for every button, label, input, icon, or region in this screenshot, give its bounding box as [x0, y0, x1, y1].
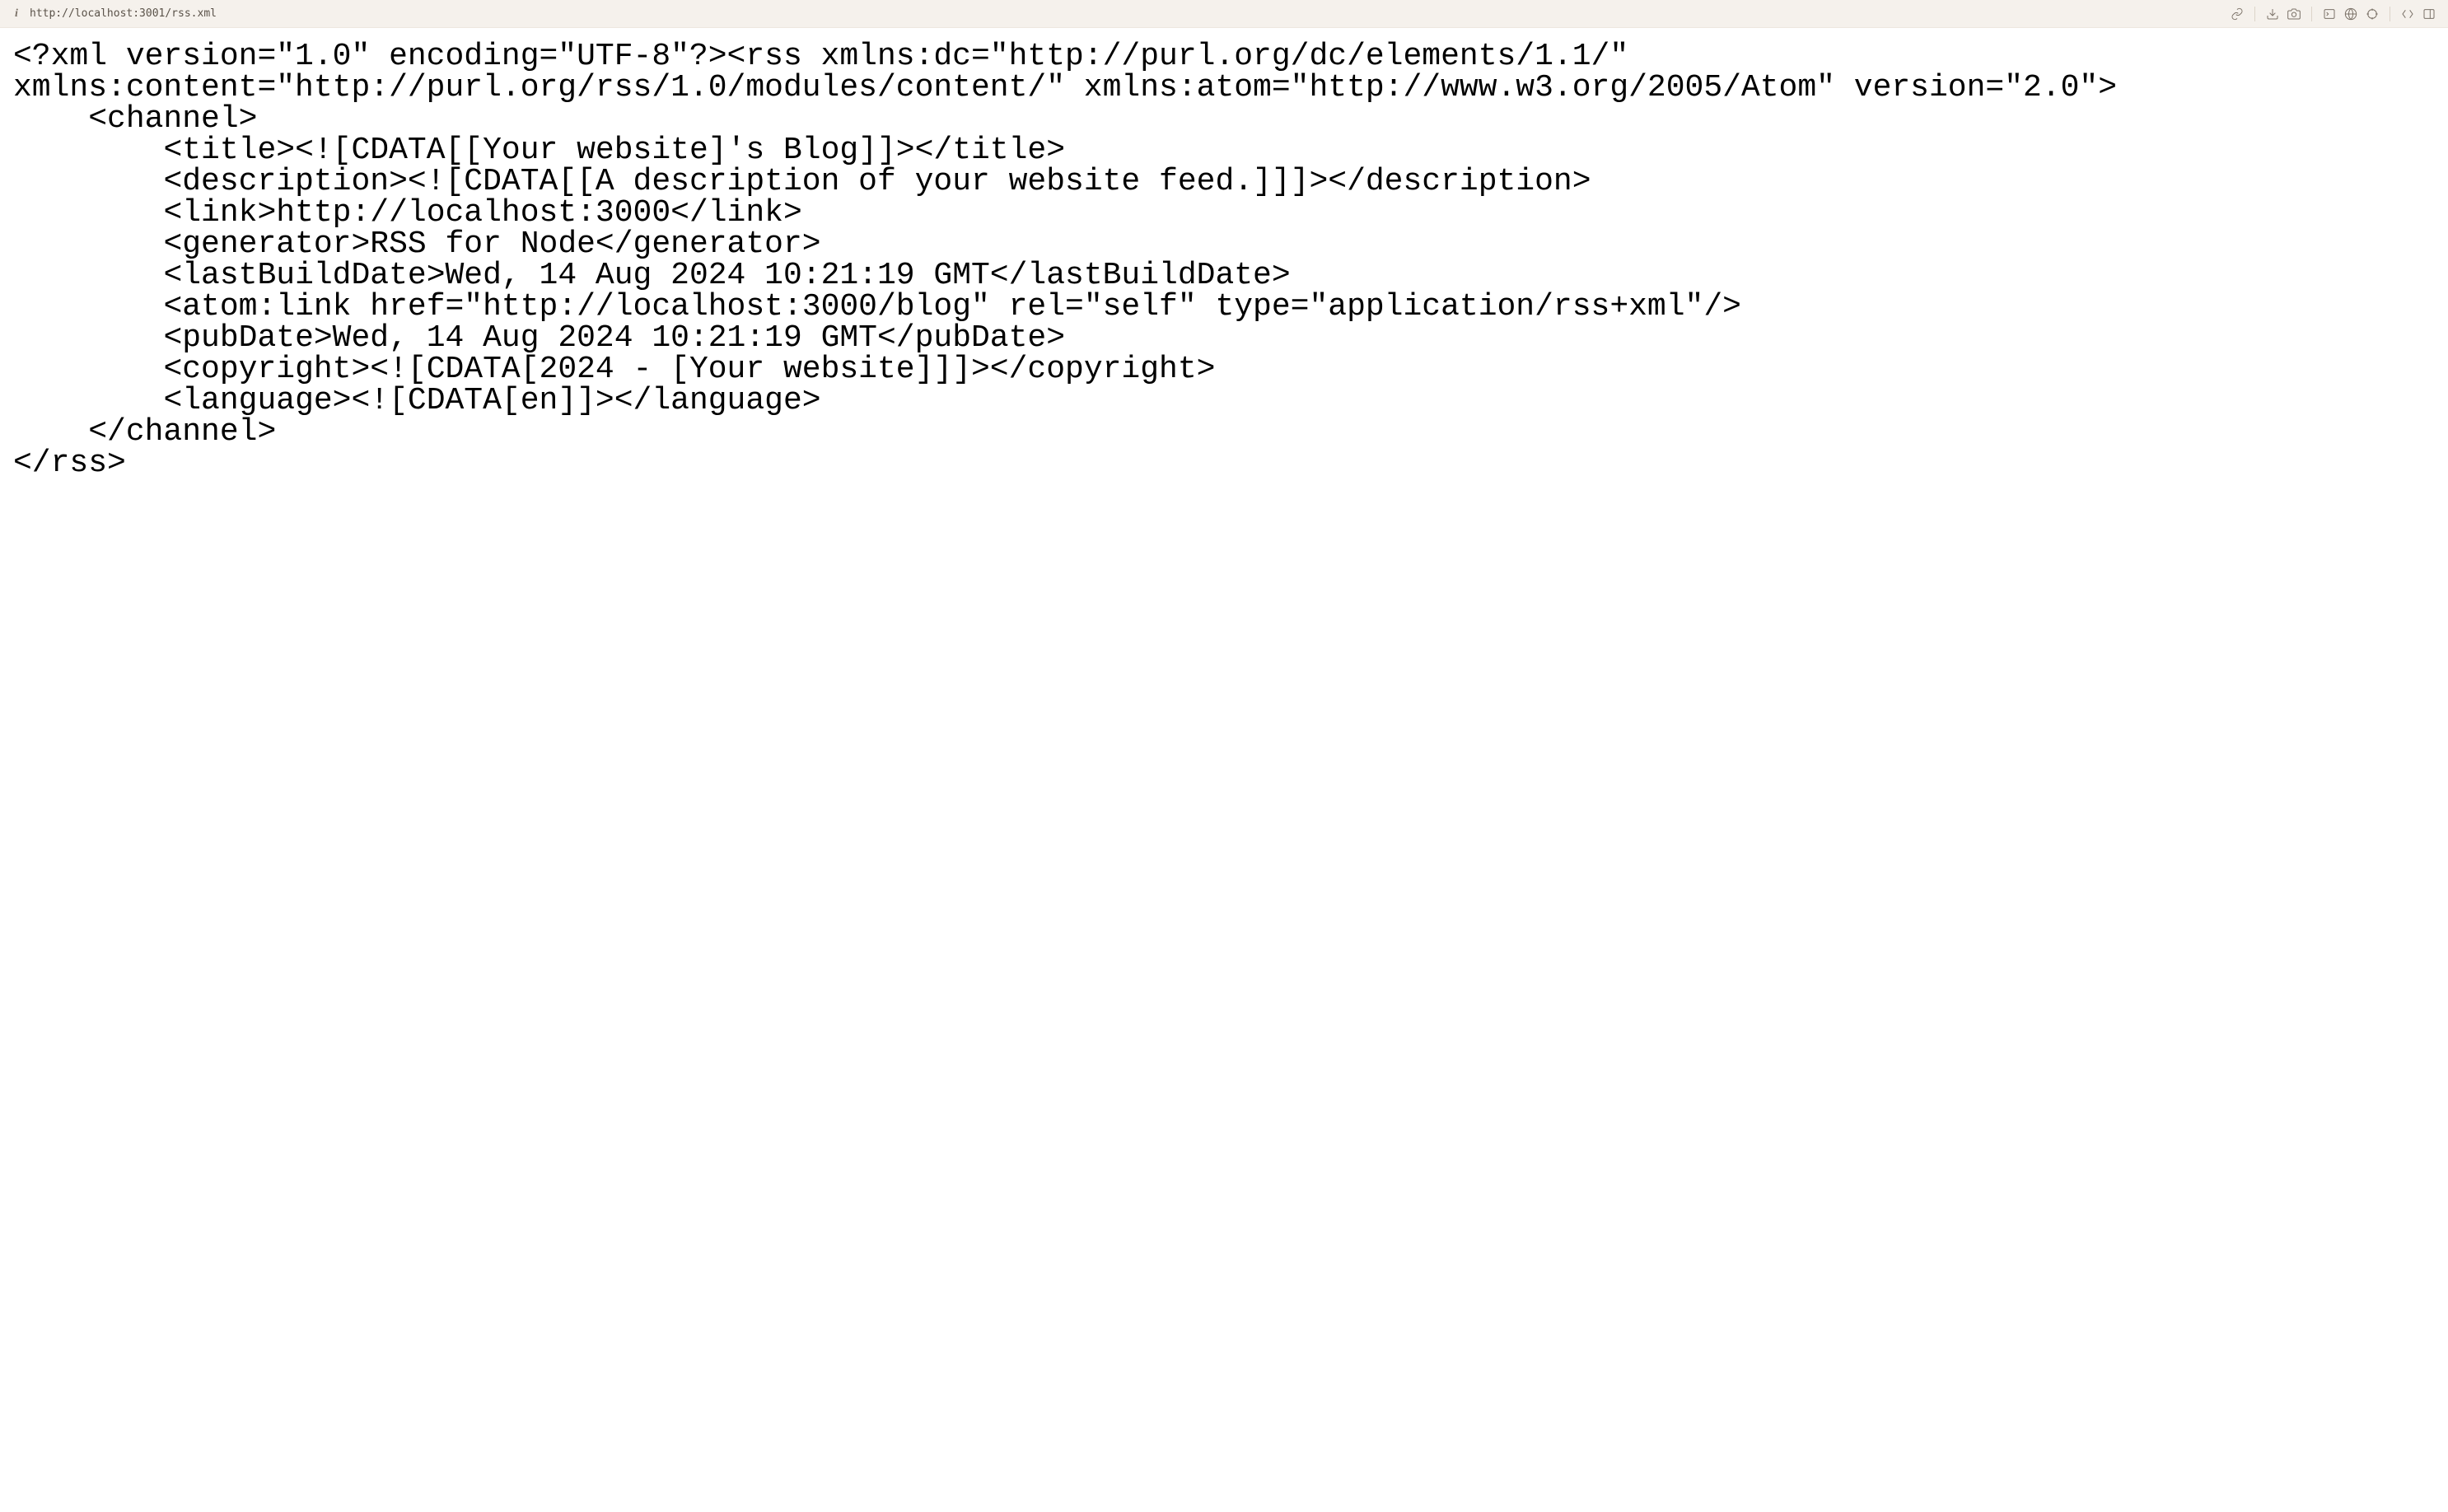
browser-toolbar: i http://localhost:3001/rss.xml — [0, 0, 2448, 28]
toolbar-right — [2228, 5, 2438, 23]
xml-line: </rss> — [13, 446, 126, 481]
xml-line: <description><![CDATA[[A description of … — [13, 164, 1591, 199]
download-icon[interactable] — [2263, 5, 2282, 23]
xml-line: <generator>RSS for Node</generator> — [13, 226, 821, 262]
toolbar-divider — [2254, 7, 2255, 21]
crosshair-icon[interactable] — [2363, 5, 2381, 23]
address-bar-url[interactable]: http://localhost:3001/rss.xml — [30, 7, 217, 20]
xml-line: <atom:link href="http://localhost:3000/b… — [13, 289, 1741, 324]
xml-line: <?xml version="1.0" encoding="UTF-8"?><r… — [13, 39, 2117, 105]
xml-line: </channel> — [13, 414, 276, 450]
toolbar-divider — [2311, 7, 2312, 21]
xml-line: <channel> — [13, 101, 257, 137]
expand-icon[interactable] — [2399, 5, 2417, 23]
xml-line: <language><![CDATA[en]]></language> — [13, 383, 821, 418]
xml-line: <title><![CDATA[[Your website]'s Blog]]>… — [13, 133, 1065, 168]
site-info-icon[interactable]: i — [10, 7, 23, 21]
xml-line: <link>http://localhost:3000</link> — [13, 195, 802, 231]
camera-icon[interactable] — [2285, 5, 2303, 23]
link-icon[interactable] — [2228, 5, 2246, 23]
xml-line: <lastBuildDate>Wed, 14 Aug 2024 10:21:19… — [13, 258, 1291, 293]
xml-content: <?xml version="1.0" encoding="UTF-8"?><r… — [0, 28, 2448, 1512]
network-icon[interactable] — [2342, 5, 2360, 23]
xml-line: <pubDate>Wed, 14 Aug 2024 10:21:19 GMT</… — [13, 320, 1065, 356]
terminal-icon[interactable] — [2320, 5, 2338, 23]
toolbar-left: i http://localhost:3001/rss.xml — [10, 7, 2221, 21]
sidebar-icon[interactable] — [2420, 5, 2438, 23]
xml-line: <copyright><![CDATA[2024 - [Your website… — [13, 352, 1215, 387]
